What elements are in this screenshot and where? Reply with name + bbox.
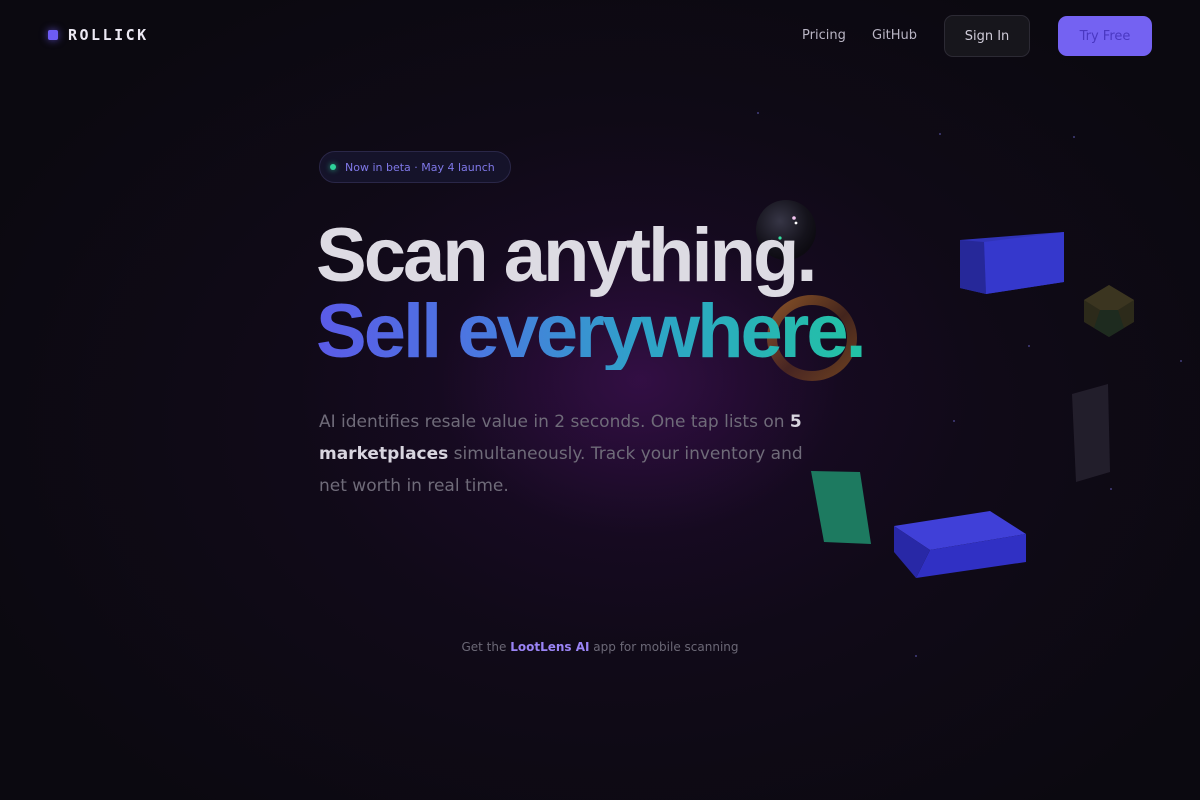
blue-slab-decoration (894, 511, 1026, 578)
brand-logo[interactable]: ROLLICK (48, 26, 149, 44)
app-cta-suffix: app for mobile scanning (589, 640, 739, 654)
star-decoration (1073, 136, 1075, 138)
app-cta-prefix: Get the (461, 640, 511, 654)
landing-page: ROLLICK Pricing GitHub Sign In Try Free (0, 0, 1200, 800)
hero-description: AI identifies resale value in 2 seconds.… (319, 406, 819, 502)
star-decoration (1028, 345, 1030, 347)
description-text: AI identifies resale value in 2 seconds.… (319, 412, 790, 432)
hero-headline: Scan anything. Sell everywhere. (316, 213, 867, 374)
status-dot-icon (330, 164, 336, 170)
dodecahedron-decoration (1084, 285, 1134, 337)
headline-line-2: Sell everywhere. (316, 289, 867, 374)
sign-in-button[interactable]: Sign In (944, 15, 1030, 57)
star-decoration (757, 112, 759, 114)
try-free-button[interactable]: Try Free (1058, 16, 1152, 56)
mobile-app-cta: Get the LootLens AI app for mobile scann… (0, 640, 1200, 654)
blue-box-decoration (960, 232, 1064, 294)
star-decoration (1180, 360, 1182, 362)
top-navigation: ROLLICK Pricing GitHub Sign In Try Free (0, 0, 1200, 72)
star-decoration (915, 655, 917, 657)
translucent-panel-decoration (1072, 384, 1110, 482)
app-link[interactable]: LootLens AI (510, 640, 589, 654)
beta-badge: Now in beta · May 4 launch (319, 151, 511, 183)
star-decoration (953, 420, 955, 422)
star-decoration (1110, 488, 1112, 490)
nav-link-github[interactable]: GitHub (872, 28, 917, 43)
star-decoration (939, 133, 941, 135)
beta-badge-text: Now in beta · May 4 launch (345, 160, 495, 174)
headline-line-1: Scan anything. (316, 213, 818, 298)
brand-name: ROLLICK (68, 26, 149, 44)
brand-mark-icon (48, 30, 58, 40)
nav-link-pricing[interactable]: Pricing (802, 28, 846, 43)
